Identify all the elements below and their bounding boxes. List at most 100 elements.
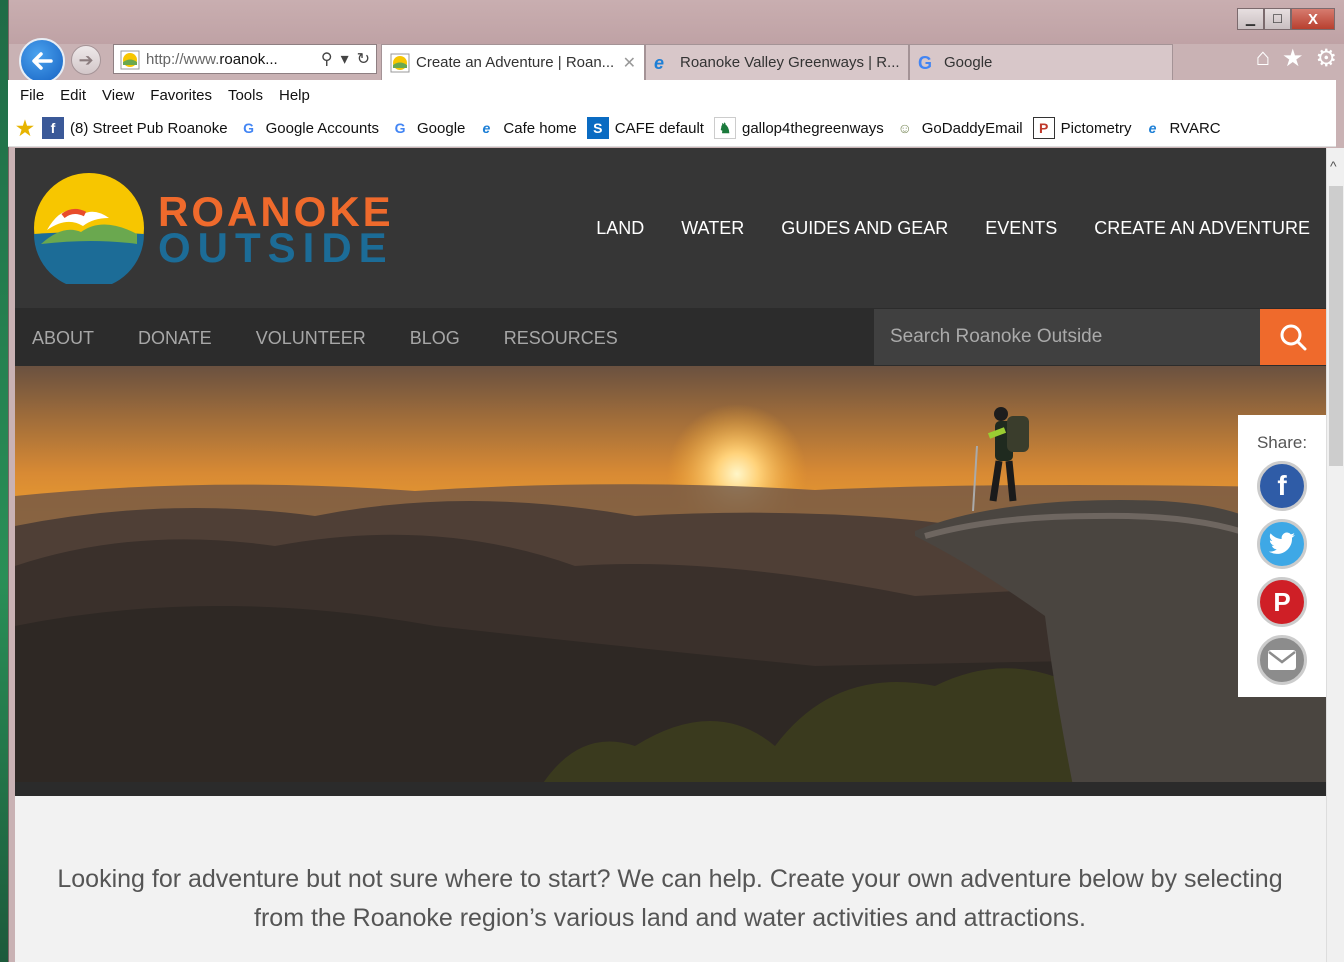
favorites-bar: ★ f (8) Street Pub Roanoke G Google Accoun… bbox=[8, 110, 1336, 147]
favorites-star-icon[interactable]: ★ bbox=[1282, 44, 1304, 73]
back-button[interactable] bbox=[19, 38, 65, 84]
favorite-label: Pictometry bbox=[1060, 119, 1132, 137]
tab-google[interactable]: G Google bbox=[909, 44, 1173, 80]
forward-arrow-icon: ➔ bbox=[78, 49, 94, 70]
tab-label: Google bbox=[944, 54, 993, 71]
brand-outside: OUTSIDE bbox=[158, 224, 394, 271]
menu-file[interactable]: File bbox=[20, 87, 44, 104]
menu-help[interactable]: Help bbox=[279, 87, 310, 104]
back-arrow-icon bbox=[32, 52, 53, 70]
share-pinterest-button[interactable]: P bbox=[1257, 577, 1307, 627]
sharepoint-icon: S bbox=[586, 117, 609, 139]
dropdown-arrow-icon[interactable]: ▾ bbox=[341, 49, 349, 69]
ie-page-icon: e bbox=[1148, 120, 1157, 136]
navigation-row: ➔ http://www. roanok... ⚲ ▾ ↻ Create an A… bbox=[9, 38, 1344, 84]
favorite-google[interactable]: G Google bbox=[389, 117, 466, 139]
pictometry-icon: P bbox=[1032, 117, 1055, 139]
menu-edit[interactable]: Edit bbox=[60, 87, 86, 104]
web-page: ROANOKE OUTSIDE LAND WATER GUIDES AND GE… bbox=[15, 148, 1326, 962]
address-domain: roanok... bbox=[219, 50, 278, 68]
favorite-label: (8) Street Pub Roanoke bbox=[70, 119, 228, 137]
favorite-rvarc[interactable]: e RVARC bbox=[1142, 117, 1221, 139]
tab-create-an-adventure[interactable]: Create an Adventure | Roan... ✕ bbox=[381, 44, 645, 80]
menu-favorites[interactable]: Favorites bbox=[150, 87, 212, 104]
pinterest-icon: P bbox=[1273, 586, 1291, 617]
favorite-gallop4thegreenways[interactable]: ♞ gallop4thegreenways bbox=[713, 117, 884, 139]
menu-view[interactable]: View bbox=[102, 87, 134, 104]
secondary-nav: ABOUT DONATE VOLUNTEER BLOG RESOURCES bbox=[32, 328, 618, 349]
home-icon[interactable]: ⌂ bbox=[1255, 44, 1270, 73]
nav-blog[interactable]: BLOG bbox=[410, 328, 460, 349]
google-icon: G bbox=[394, 120, 406, 136]
twitter-bird-icon bbox=[1269, 532, 1295, 554]
favorite-godaddy-email[interactable]: ☺ GoDaddyEmail bbox=[894, 117, 1023, 139]
window-controls: ▁ ☐ X bbox=[1237, 8, 1335, 30]
roanoke-outside-logo[interactable] bbox=[33, 172, 145, 284]
address-prefix: http://www. bbox=[146, 50, 220, 68]
minimize-button[interactable]: ▁ bbox=[1237, 8, 1264, 30]
site-favicon-icon bbox=[120, 50, 140, 70]
favorite-label: Cafe home bbox=[503, 119, 577, 137]
main-nav: LAND WATER GUIDES AND GEAR EVENTS CREATE… bbox=[596, 218, 1310, 239]
search-icon bbox=[1280, 324, 1307, 351]
favorite-google-accounts[interactable]: G Google Accounts bbox=[238, 117, 379, 139]
share-twitter-button[interactable] bbox=[1257, 519, 1307, 569]
favorite-label: CAFE default bbox=[614, 119, 704, 137]
nav-about[interactable]: ABOUT bbox=[32, 328, 94, 349]
godaddy-icon: ☺ bbox=[897, 120, 912, 136]
forward-button[interactable]: ➔ bbox=[71, 45, 101, 75]
ie-page-icon: e bbox=[482, 120, 491, 136]
nav-events[interactable]: EVENTS bbox=[985, 218, 1057, 239]
menu-tools[interactable]: Tools bbox=[228, 87, 263, 104]
favorite-street-pub[interactable]: f (8) Street Pub Roanoke bbox=[42, 117, 228, 139]
share-panel: Share: f P bbox=[1238, 415, 1326, 697]
vertical-scrollbar[interactable]: ^ bbox=[1326, 148, 1344, 962]
site-header: ROANOKE OUTSIDE LAND WATER GUIDES AND GE… bbox=[15, 148, 1326, 308]
nav-guides-and-gear[interactable]: GUIDES AND GEAR bbox=[781, 218, 948, 239]
share-facebook-button[interactable]: f bbox=[1257, 461, 1307, 511]
nav-water[interactable]: WATER bbox=[681, 218, 744, 239]
refresh-icon[interactable]: ↻ bbox=[357, 49, 370, 69]
nav-resources[interactable]: RESOURCES bbox=[504, 328, 618, 349]
address-tools: ⚲ ▾ ↻ bbox=[321, 49, 370, 69]
favorite-cafe-default[interactable]: S CAFE default bbox=[586, 117, 704, 139]
address-bar[interactable]: http://www. roanok... ⚲ ▾ ↻ bbox=[113, 44, 377, 74]
tab-roanoke-valley-greenways[interactable]: e Roanoke Valley Greenways | R... bbox=[645, 44, 909, 80]
nav-donate[interactable]: DONATE bbox=[138, 328, 212, 349]
scrollbar-thumb[interactable] bbox=[1329, 186, 1343, 466]
close-window-button[interactable]: X bbox=[1291, 8, 1335, 30]
intro-paragraph: Looking for adventure but not sure where… bbox=[57, 865, 1283, 932]
favorite-cafe-home[interactable]: e Cafe home bbox=[475, 117, 576, 139]
horse-icon: ♞ bbox=[713, 117, 736, 139]
ie-icon: e bbox=[654, 53, 665, 73]
nav-volunteer[interactable]: VOLUNTEER bbox=[256, 328, 366, 349]
add-favorite-star-icon[interactable]: ★ bbox=[14, 117, 36, 140]
share-email-button[interactable] bbox=[1257, 635, 1307, 685]
search-button[interactable] bbox=[1260, 309, 1326, 365]
google-icon: G bbox=[243, 120, 255, 136]
close-tab-icon[interactable]: ✕ bbox=[623, 53, 636, 73]
favorite-label: Google bbox=[417, 119, 466, 137]
browser-toolbar-right: ⌂ ★ ⚙ bbox=[1255, 44, 1337, 73]
google-icon: G bbox=[918, 53, 933, 73]
desktop-edge bbox=[0, 0, 8, 962]
scroll-up-arrow-icon[interactable]: ^ bbox=[1330, 158, 1337, 174]
search-icon[interactable]: ⚲ bbox=[321, 49, 333, 69]
share-label: Share: bbox=[1256, 433, 1308, 452]
favorite-label: RVARC bbox=[1169, 119, 1221, 137]
favorite-label: Google Accounts bbox=[265, 119, 380, 137]
favorite-pictometry[interactable]: P Pictometry bbox=[1032, 117, 1132, 139]
favorite-label: GoDaddyEmail bbox=[921, 119, 1023, 137]
settings-gear-icon[interactable]: ⚙ bbox=[1315, 44, 1337, 73]
nav-create-an-adventure[interactable]: CREATE AN ADVENTURE bbox=[1094, 218, 1310, 239]
menu-bar: File Edit View Favorites Tools Help bbox=[8, 80, 1336, 110]
search-input[interactable]: Search Roanoke Outside bbox=[874, 309, 1260, 365]
email-envelope-icon bbox=[1268, 650, 1296, 670]
maximize-button[interactable]: ☐ bbox=[1264, 8, 1291, 30]
site-favicon-icon bbox=[390, 53, 410, 73]
favorite-label: gallop4thegreenways bbox=[741, 119, 884, 137]
nav-land[interactable]: LAND bbox=[596, 218, 644, 239]
hero-sunset-hiker-image bbox=[15, 366, 1326, 796]
facebook-icon: f bbox=[1277, 470, 1287, 501]
tab-label: Create an Adventure | Roan... bbox=[416, 54, 615, 71]
